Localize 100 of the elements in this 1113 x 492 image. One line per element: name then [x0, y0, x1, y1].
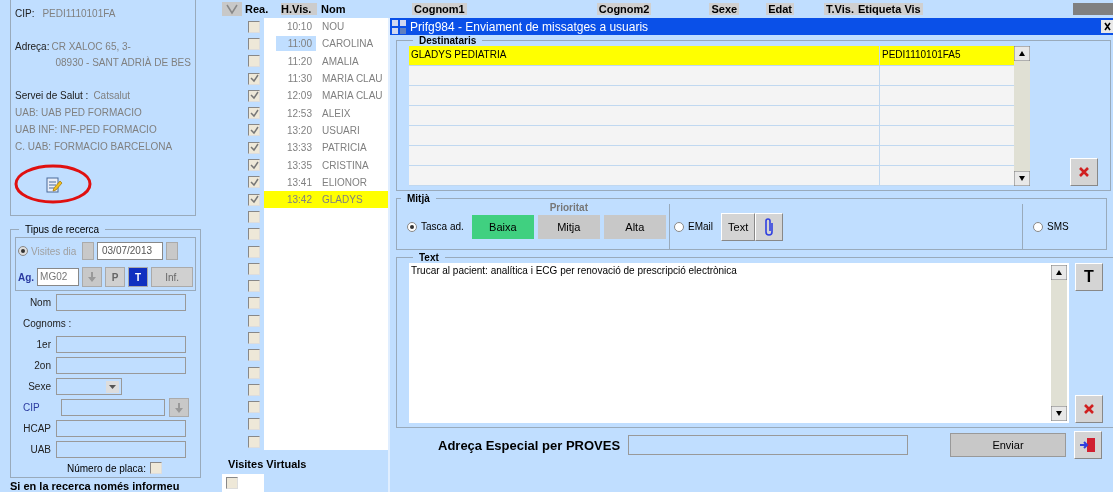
special-address-label: Adreça Especial per PROVES: [438, 437, 622, 453]
patient-name: AMALIA: [322, 55, 359, 67]
task-label: Tasca ad.: [421, 221, 464, 232]
checkbox[interactable]: [248, 262, 260, 275]
recipient-row[interactable]: GLADYS PEDIATRIA PEDI1110101FA5: [409, 46, 1014, 66]
agenda-field[interactable]: MG02: [37, 268, 80, 286]
agenda-button[interactable]: T: [128, 267, 149, 287]
attach-button[interactable]: [755, 212, 784, 241]
checkbox[interactable]: [248, 141, 260, 154]
checkbox[interactable]: [248, 210, 260, 223]
header-bar: [1072, 3, 1113, 15]
checkbox[interactable]: [248, 55, 260, 68]
caret-icon: [109, 384, 116, 389]
column-header[interactable]: H.Vis.: [281, 3, 317, 15]
input-field[interactable]: [56, 357, 186, 374]
patient-name: CAROLINA: [322, 38, 374, 50]
checkbox[interactable]: [248, 89, 260, 102]
special-address-field[interactable]: [628, 435, 908, 455]
group-title: Tipus de recerca: [24, 224, 101, 235]
download-button[interactable]: [82, 267, 103, 287]
priority-button[interactable]: Baixa: [471, 215, 534, 239]
scroll-bar[interactable]: [1014, 46, 1030, 186]
cip-value: PEDI1110101FA: [42, 8, 116, 19]
delete-button[interactable]: [1070, 158, 1098, 186]
checkbox[interactable]: [248, 349, 260, 362]
checkbox[interactable]: [248, 401, 260, 414]
checkbox[interactable]: [248, 20, 260, 33]
checkbox[interactable]: [248, 176, 260, 189]
checkbox[interactable]: [248, 245, 260, 258]
checkbox[interactable]: [248, 314, 260, 327]
radio-button[interactable]: [1033, 221, 1043, 232]
visit-time: 13:33: [285, 141, 313, 156]
arrow-down-icon: [88, 272, 97, 282]
scroll-down-icon[interactable]: [1051, 406, 1067, 421]
input-field[interactable]: [61, 399, 165, 416]
radio-button[interactable]: [407, 221, 417, 232]
checkbox[interactable]: [248, 297, 260, 310]
input-field[interactable]: [56, 441, 186, 458]
column-header[interactable]: Cognom2: [596, 3, 652, 15]
column-header[interactable]: Nom: [321, 3, 367, 15]
sms-label: SMS: [1047, 221, 1069, 232]
checkbox[interactable]: [226, 477, 238, 490]
table-cell-text: PEDI1110101FA5: [881, 48, 962, 62]
exit-door-icon: [1079, 436, 1097, 454]
checkbox[interactable]: [248, 124, 260, 137]
checkbox[interactable]: [248, 193, 260, 206]
checkbox[interactable]: [248, 435, 260, 448]
column-header[interactable]: Sexe: [709, 3, 740, 15]
input-field[interactable]: [56, 336, 186, 353]
checkbox[interactable]: [248, 107, 260, 120]
text-button[interactable]: Text: [721, 212, 756, 241]
service-label: Servei de Salut :: [15, 90, 89, 101]
column-header[interactable]: Cognom1: [412, 3, 467, 15]
column-header[interactable]: Rea.: [245, 3, 281, 15]
input-field[interactable]: [56, 420, 186, 437]
checkbox[interactable]: [248, 37, 260, 50]
checkbox[interactable]: [248, 228, 260, 241]
checkbox[interactable]: [248, 366, 260, 379]
priority-label: Prioritat: [549, 202, 588, 213]
delete-button[interactable]: [1075, 395, 1103, 423]
scroll-down-icon[interactable]: [1014, 171, 1030, 186]
group-title: Text: [418, 252, 440, 263]
dropdown-field[interactable]: [56, 378, 122, 395]
exit-button[interactable]: [1074, 431, 1102, 459]
checkbox[interactable]: [248, 280, 260, 293]
visit-time: 10:10: [285, 20, 313, 35]
message-text: Trucar al pacient: analítica i ECG per renovació de prescripció electrònica: [411, 265, 737, 276]
checkbox[interactable]: [248, 332, 260, 344]
filter-icon[interactable]: [222, 2, 242, 16]
checkbox[interactable]: [248, 383, 260, 396]
column-header[interactable]: Edat: [766, 3, 794, 15]
checkbox[interactable]: [248, 72, 260, 85]
checkbox[interactable]: [149, 462, 162, 474]
priority-button[interactable]: Mitja: [537, 215, 600, 239]
scroll-up-icon[interactable]: [1051, 265, 1067, 280]
date-field[interactable]: 03/07/2013: [97, 242, 163, 260]
checkbox[interactable]: [248, 418, 260, 431]
section-title: Visites Virtuals: [227, 457, 308, 473]
visit-time: 13:42: [285, 193, 313, 208]
patient-name: PATRICIA: [322, 142, 367, 154]
field-label: 2on: [33, 360, 52, 371]
note-edit-icon[interactable]: [45, 176, 63, 194]
message-field[interactable]: Trucar al pacient: analítica i ECG per renovació de prescripció electrònica: [409, 263, 1069, 423]
download-button[interactable]: [169, 398, 189, 417]
send-button[interactable]: Enviar: [950, 433, 1066, 457]
priority-button[interactable]: Alta: [603, 215, 666, 239]
radio-button[interactable]: [674, 221, 684, 232]
group-title: Destinataris: [418, 35, 478, 46]
service-value: Catsalut: [93, 90, 131, 101]
column-header[interactable]: T.Vis.: [824, 3, 856, 15]
format-button[interactable]: T: [1075, 263, 1103, 291]
scroll-bar[interactable]: [1051, 265, 1067, 421]
column-header[interactable]: Etiqueta Vis: [855, 3, 923, 15]
visit-time: 13:35: [285, 158, 313, 173]
visit-time: 12:53: [285, 106, 313, 121]
checkbox[interactable]: [248, 159, 260, 171]
radio-button[interactable]: [18, 246, 28, 256]
input-field[interactable]: [56, 294, 186, 311]
close-icon[interactable]: [1101, 20, 1113, 33]
scroll-up-icon[interactable]: [1014, 46, 1030, 61]
